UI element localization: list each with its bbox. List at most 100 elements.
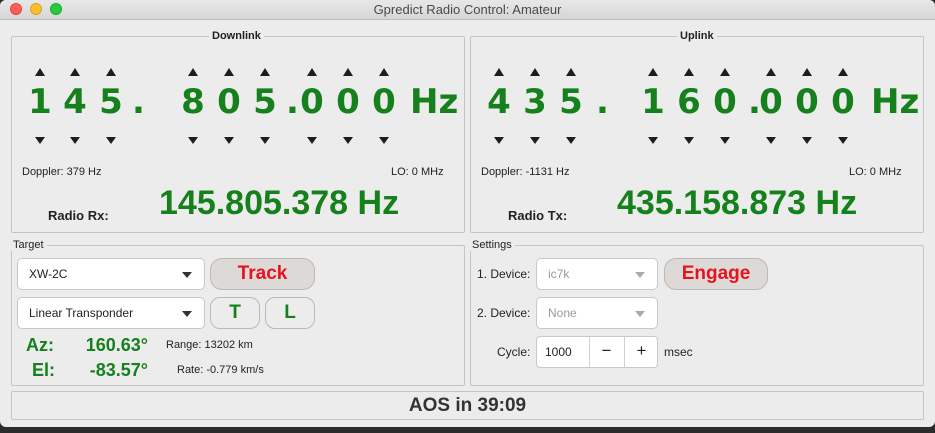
frequency-digit[interactable]: 0 [831,84,855,120]
digit-up-arrow-icon[interactable] [494,68,504,76]
digit-up-arrow-icon[interactable] [106,68,116,76]
cycle-stepper: 1000 − + [536,336,658,368]
digit-down-arrow-icon[interactable] [188,137,198,144]
cycle-unit: msec [664,345,693,359]
frequency-digit[interactable]: 5 [253,84,277,120]
digit-down-arrow-icon[interactable] [224,137,234,144]
azimuth-label: Az: [26,335,54,355]
downlink-lo: LO: 0 MHz [391,166,444,178]
digit-down-arrow-icon[interactable] [494,137,504,144]
t-button[interactable]: T [210,297,260,329]
digit-up-arrow-icon[interactable] [838,68,848,76]
uplink-panel: Uplink 435.160.000 Hz Doppler: -1131 Hz … [470,30,924,233]
digit-down-arrow-icon[interactable] [343,137,353,144]
digit-down-arrow-icon[interactable] [838,137,848,144]
radio-rx-label: Radio Rx: [48,208,109,223]
radio-rx-frequency: 145.805.378 Hz [159,184,400,222]
frequency-digit[interactable]: 4 [63,84,87,120]
digit-down-arrow-icon[interactable] [648,137,658,144]
increment-button[interactable]: + [624,337,658,367]
decrement-button[interactable]: − [589,337,623,367]
status-bar: AOS in 39:09 [11,391,924,420]
device1-select[interactable]: ic7k [536,258,658,290]
digit-up-arrow-icon[interactable] [684,68,694,76]
downlink-title: Downlink [209,30,264,42]
uplink-lo: LO: 0 MHz [849,166,902,178]
digit-up-arrow-icon[interactable] [260,68,270,76]
frequency-digit[interactable]: 0 [759,84,783,120]
frequency-digit[interactable]: 6 [677,84,701,120]
transponder-select-value: Linear Transponder [29,306,134,320]
device2-select[interactable]: None [536,297,658,329]
frequency-digit[interactable]: 8 [181,84,205,120]
digit-up-arrow-icon[interactable] [379,68,389,76]
digit-up-arrow-icon[interactable] [70,68,80,76]
digit-down-arrow-icon[interactable] [35,137,45,144]
frequency-digit[interactable]: 0 [300,84,324,120]
transponder-select[interactable]: Linear Transponder [17,297,205,329]
digit-down-arrow-icon[interactable] [530,137,540,144]
engage-button[interactable]: Engage [664,258,768,290]
digit-up-arrow-icon[interactable] [566,68,576,76]
settings-title: Settings [469,239,515,251]
elevation-value: -83.57° [89,360,148,380]
digit-down-arrow-icon[interactable] [684,137,694,144]
l-button[interactable]: L [265,297,315,329]
downlink-unit: Hz [410,82,459,122]
radio-control-window: Gpredict Radio Control: Amateur Downlink… [0,0,935,427]
chevron-down-icon [635,272,645,278]
frequency-separator: . [596,82,609,122]
frequency-digit[interactable]: 0 [336,84,360,120]
frequency-digit[interactable]: 1 [28,84,52,120]
digit-down-arrow-icon[interactable] [766,137,776,144]
satellite-select[interactable]: XW-2C [17,258,205,290]
frequency-digit[interactable]: 0 [372,84,396,120]
digit-up-arrow-icon[interactable] [188,68,198,76]
settings-panel: Settings 1. Device: ic7k Engage 2. Devic… [469,239,924,386]
digit-down-arrow-icon[interactable] [307,137,317,144]
frequency-digit[interactable]: 0 [713,84,737,120]
uplink-unit: Hz [871,82,920,122]
digit-down-arrow-icon[interactable] [260,137,270,144]
cycle-value[interactable]: 1000 [545,345,572,359]
digit-up-arrow-icon[interactable] [720,68,730,76]
frequency-digit[interactable]: 5 [99,84,123,120]
chevron-down-icon [635,311,645,317]
frequency-digit[interactable]: 1 [641,84,665,120]
digit-up-arrow-icon[interactable] [35,68,45,76]
cycle-label: Cycle: [497,345,531,359]
digit-down-arrow-icon[interactable] [566,137,576,144]
frequency-digit[interactable]: 0 [795,84,819,120]
elevation-label: El: [32,360,56,380]
digit-up-arrow-icon[interactable] [530,68,540,76]
chevron-down-icon [182,311,192,317]
digit-up-arrow-icon[interactable] [802,68,812,76]
frequency-separator: . [132,82,145,122]
device1-label: 1. Device: [477,267,531,281]
uplink-doppler: Doppler: -1131 Hz [481,166,570,178]
digit-up-arrow-icon[interactable] [307,68,317,76]
target-panel: Target XW-2C Track Linear Transponder T … [10,239,465,386]
radio-tx-label: Radio Tx: [508,208,568,223]
radio-tx-frequency: 435.158.873 Hz [617,184,858,222]
digit-up-arrow-icon[interactable] [224,68,234,76]
device2-label: 2. Device: [477,306,531,320]
digit-down-arrow-icon[interactable] [379,137,389,144]
frequency-digit[interactable]: 4 [487,84,511,120]
digit-up-arrow-icon[interactable] [648,68,658,76]
uplink-title: Uplink [677,30,717,42]
device2-select-value: None [548,306,577,320]
digit-down-arrow-icon[interactable] [70,137,80,144]
window-title: Gpredict Radio Control: Amateur [373,2,562,17]
digit-down-arrow-icon[interactable] [802,137,812,144]
digit-down-arrow-icon[interactable] [720,137,730,144]
downlink-doppler: Doppler: 379 Hz [22,166,102,178]
azimuth-value: 160.63° [85,335,148,355]
track-button[interactable]: Track [210,258,315,290]
frequency-digit[interactable]: 0 [217,84,241,120]
digit-up-arrow-icon[interactable] [343,68,353,76]
frequency-digit[interactable]: 5 [559,84,583,120]
frequency-digit[interactable]: 3 [523,84,547,120]
digit-down-arrow-icon[interactable] [106,137,116,144]
digit-up-arrow-icon[interactable] [766,68,776,76]
